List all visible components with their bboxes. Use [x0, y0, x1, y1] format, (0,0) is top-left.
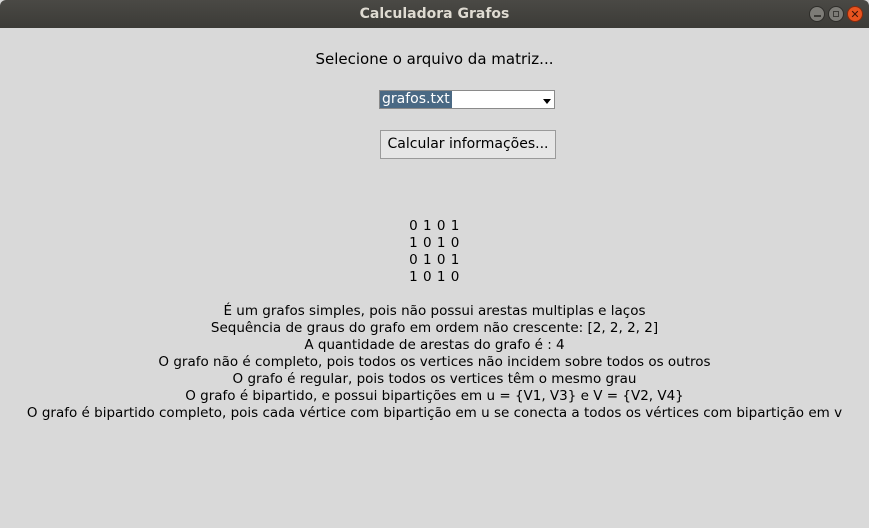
- adjacency-matrix: 0 1 0 1 1 0 1 0 0 1 0 1 1 0 1 0: [0, 218, 869, 286]
- select-file-label: Selecione o arquivo da matriz...: [315, 50, 554, 68]
- title-bar[interactable]: Calculadora Grafos ✕: [0, 0, 869, 28]
- matrix-row: 0 1 0 1: [409, 252, 460, 268]
- result-regular: O grafo é regular, pois todos os vertice…: [232, 371, 637, 387]
- app-window: Calculadora Grafos ✕ Selecione o arquivo…: [0, 0, 869, 528]
- result-simple-graph: É um grafos simples, pois não possui are…: [223, 303, 646, 319]
- matrix-row: 0 1 0 1: [409, 218, 460, 234]
- matrix-row: 1 0 1 0: [409, 269, 460, 285]
- result-edge-count: A quantidade de arestas do grafo é : 4: [304, 337, 565, 353]
- results-output: É um grafos simples, pois não possui are…: [0, 303, 869, 422]
- result-complete-bipartite: O grafo é bipartido completo, pois cada …: [26, 405, 843, 421]
- result-bipartite: O grafo é bipartido, e possui bipartiçõe…: [185, 388, 684, 404]
- chevron-down-icon[interactable]: [540, 91, 554, 108]
- matrix-row: 1 0 1 0: [409, 235, 460, 251]
- minimize-icon[interactable]: [809, 6, 825, 22]
- file-select-value[interactable]: grafos.txt: [380, 91, 452, 108]
- maximize-icon[interactable]: [828, 6, 844, 22]
- close-icon[interactable]: ✕: [847, 6, 863, 22]
- file-select[interactable]: grafos.txt: [379, 90, 555, 109]
- result-complete: O grafo não é completo, pois todos os ve…: [158, 354, 711, 370]
- result-degree-sequence: Sequência de graus do grafo em ordem não…: [210, 320, 659, 336]
- calculate-button[interactable]: Calcular informações...: [380, 130, 556, 159]
- window-title: Calculadora Grafos: [359, 6, 510, 22]
